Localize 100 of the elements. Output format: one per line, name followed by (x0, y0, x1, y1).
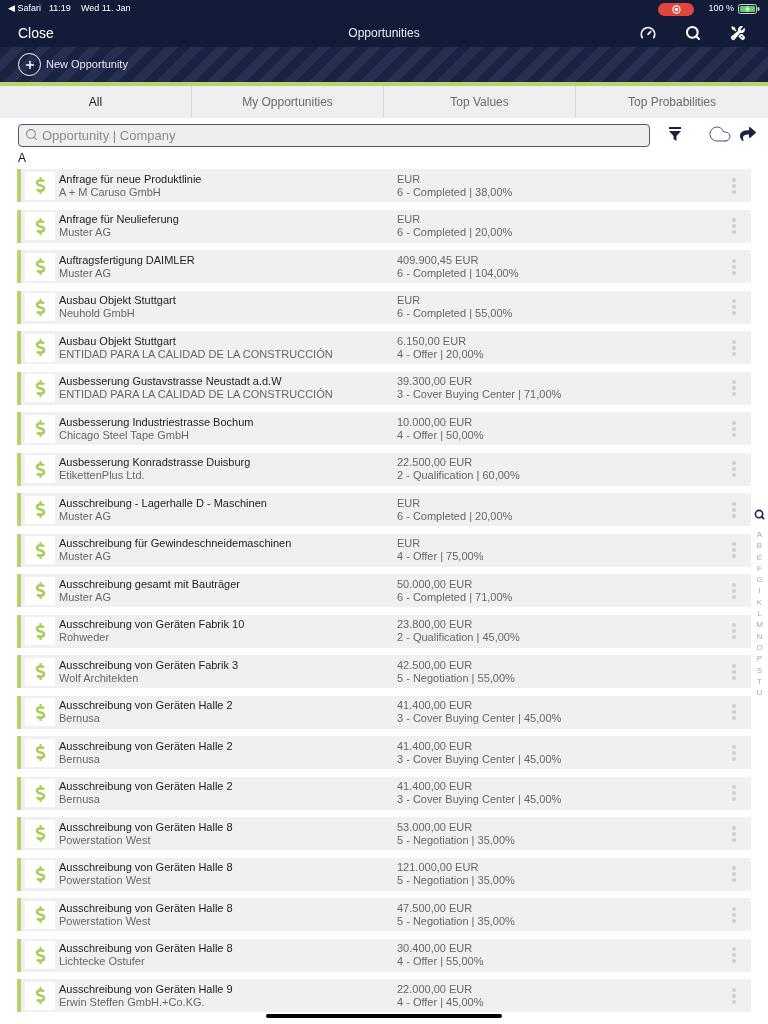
filter-icon[interactable] (669, 127, 681, 141)
more-icon[interactable] (732, 339, 736, 356)
company-name: Muster AG (59, 266, 112, 280)
opportunity-stage: 6 - Completed | 104,00% (397, 266, 520, 280)
opportunity-row[interactable]: Ausschreibung von Geräten Halle 8 Powerstation West 47.500,00 EUR 5 - Negotiation | 35,00% (17, 898, 751, 931)
more-icon[interactable] (732, 785, 736, 801)
opportunity-row[interactable]: Ausschreibung von Geräten Halle 8 Lichtecke Ostufer 30.400,00 EUR 4 - Offer | 55,00% (17, 938, 751, 972)
opportunity-row[interactable]: Anfrage für neue Produktlinie A + M Caruso GmbH EUR 6 - Completed | 38,00% (17, 169, 751, 202)
opportunity-value: 22.500,00 EUR (397, 456, 474, 469)
opportunity-row[interactable]: Ausschreibung von Geräten Halle 2 Bernusa 41.400,00 EUR 3 - Cover Buying Center | 45,00% (17, 695, 751, 729)
company-name: Powerstation West (59, 874, 152, 887)
gauge-icon[interactable] (640, 24, 656, 41)
opportunity-row[interactable]: Ausschreibung von Geräten Halle 2 Bernusa 41.400,00 EUR 3 - Cover Buying Center | 45,00% (17, 736, 751, 769)
company-name: Powerstation West (59, 833, 152, 847)
more-icon[interactable] (732, 704, 736, 720)
opportunity-title: Ausbesserung Konradstrasse Duisburg (59, 456, 252, 469)
more-icon[interactable] (732, 258, 736, 275)
opportunity-stage: 6 - Completed | 38,00% (397, 185, 514, 199)
dollar-icon (25, 698, 55, 726)
opportunity-title: Ausschreibung von Geräten Halle 2 (59, 780, 234, 793)
tools-icon[interactable] (730, 24, 746, 41)
opportunity-row[interactable]: Ausbesserung Gustavstrasse Neustadt a.d.W ENTIDAD PARA LA CALIDAD DE LA CONSTRUCCIÓN 39.300,00 EUR 3 - Cover Buying Center | 71,00% (17, 371, 751, 405)
dollar-icon (25, 779, 55, 807)
opportunity-row[interactable]: Ausbesserung Industriestrasse Bochum Chicago Steel Tape GmbH 10.000,00 EUR 4 - Offer | 50,00% (17, 412, 751, 445)
more-icon[interactable] (732, 825, 736, 842)
opportunity-stage: 6 - Completed | 20,00% (397, 509, 514, 523)
company-name: EtikettenPlus Ltd. (59, 469, 146, 482)
close-button[interactable]: Close (18, 23, 54, 42)
company-name: Muster AG (59, 550, 112, 563)
opportunity-row[interactable]: Ausschreibung von Geräten Halle 2 Bernusa 41.400,00 EUR 3 - Cover Buying Center | 45,00% (17, 776, 751, 810)
company-name: Muster AG (59, 590, 112, 604)
company-name: Powerstation West (59, 914, 152, 928)
opportunity-stage: 3 - Cover Buying Center | 45,00% (397, 712, 563, 725)
dollar-icon (25, 171, 55, 200)
share-icon[interactable] (740, 126, 756, 142)
opportunity-value: 23.800,00 EUR (397, 618, 474, 631)
opportunity-row[interactable]: Ausschreibung - Lagerhalle D - Maschinen Muster AG EUR 6 - Completed | 20,00% (17, 493, 751, 526)
dollar-icon (25, 212, 55, 240)
opportunity-row[interactable]: Ausbau Objekt Stuttgart Neuhold GmbH EUR 6 - Completed | 55,00% (17, 290, 751, 324)
opportunity-row[interactable]: Ausschreibung von Geräten Fabrik 3 Wolf Architekten 42.500,00 EUR 5 - Negotiation | 55,00% (17, 655, 751, 688)
more-icon[interactable] (732, 461, 736, 477)
more-icon[interactable] (732, 542, 736, 558)
company-name: Wolf Architekten (59, 671, 140, 685)
opportunity-stage: 6 - Completed | 71,00% (397, 590, 514, 604)
more-icon[interactable] (732, 663, 736, 680)
opportunity-stage: 3 - Cover Buying Center | 45,00% (397, 793, 563, 806)
more-icon[interactable] (732, 947, 736, 963)
more-icon[interactable] (732, 420, 736, 437)
dollar-icon (25, 819, 55, 848)
opportunity-stage: 6 - Completed | 55,00% (397, 307, 514, 320)
more-icon[interactable] (732, 177, 736, 194)
opportunity-value: 409.900,45 EUR (397, 253, 480, 267)
opportunity-value: 47.500,00 EUR (397, 901, 474, 915)
opportunity-row[interactable]: Auftragsfertigung DAIMLER Muster AG 409.900,45 EUR 6 - Completed | 104,00% (17, 250, 751, 283)
more-icon[interactable] (732, 501, 736, 518)
opportunity-row[interactable]: Ausbesserung Konradstrasse Duisburg EtikettenPlus Ltd. 22.500,00 EUR 2 - Qualification | 60,00% (17, 452, 751, 486)
more-icon[interactable] (732, 744, 736, 761)
more-icon[interactable] (732, 987, 736, 1004)
dollar-icon (25, 455, 55, 483)
opportunity-row[interactable]: Ausschreibung für Gewindeschneidemaschinen Muster AG EUR 4 - Offer | 75,00% (17, 533, 751, 567)
back-to-app-label[interactable]: ◀ Safari (8, 2, 41, 16)
more-icon[interactable] (732, 218, 736, 234)
company-name: Muster AG (59, 509, 112, 523)
search-icon[interactable] (685, 24, 701, 41)
opportunity-row[interactable]: Anfrage für Neulieferung Muster AG EUR 6 - Completed | 20,00% (17, 209, 751, 243)
opportunity-value: 50.000,00 EUR (397, 577, 474, 591)
new-opportunity-label: New Opportunity (46, 57, 128, 73)
index-search-icon[interactable] (754, 509, 765, 520)
opportunity-row[interactable]: Ausschreibung von Geräten Fabrik 10 Rohweder 23.800,00 EUR 2 - Qualification | 45,00% (17, 614, 751, 648)
opportunity-row[interactable]: Ausschreibung von Geräten Halle 8 Powerstation West 53.000,00 EUR 5 - Negotiation | 35,00% (17, 817, 751, 850)
opportunity-title: Auftragsfertigung DAIMLER (59, 253, 196, 267)
opportunity-title: Anfrage für Neulieferung (59, 213, 180, 226)
screen-recording-icon (658, 2, 695, 16)
opportunity-title: Ausbau Objekt Stuttgart (59, 334, 177, 348)
opportunity-stage: 4 - Offer | 55,00% (397, 955, 485, 968)
more-icon[interactable] (732, 299, 736, 315)
opportunity-row[interactable]: Ausschreibung von Geräten Halle 9 Erwin Steffen GmbH.+Co.KG. 22.000,00 EUR 4 - Offer | 45,00% (17, 979, 751, 1012)
more-icon[interactable] (732, 866, 736, 882)
more-icon[interactable] (732, 906, 736, 923)
opportunity-title: Ausschreibung - Lagerhalle D - Maschinen (59, 496, 268, 510)
dollar-icon (25, 941, 55, 969)
company-name: ENTIDAD PARA LA CALIDAD DE LA CONSTRUCCIÓN (59, 388, 334, 401)
opportunity-value: 10.000,00 EUR (397, 415, 474, 429)
more-icon[interactable] (732, 582, 736, 599)
company-name: Chicago Steel Tape GmbH (59, 428, 191, 442)
opportunity-value: EUR (397, 213, 422, 226)
dollar-icon (25, 900, 55, 929)
opportunity-stage: 2 - Qualification | 60,00% (397, 469, 521, 482)
new-opportunity-button[interactable]: New Opportunity (18, 53, 128, 76)
more-icon[interactable] (732, 623, 736, 639)
opportunity-row[interactable]: Ausschreibung von Geräten Halle 8 Powerstation West 121.000,00 EUR 5 - Negotiation | 35,00% (17, 857, 751, 891)
more-icon[interactable] (732, 380, 736, 396)
company-name: Lichtecke Ostufer (59, 955, 146, 968)
opportunity-row[interactable]: Ausschreibung gesamt mit Bauträger Muster AG 50.000,00 EUR 6 - Completed | 71,00% (17, 574, 751, 607)
search-field[interactable]: Opportunity | Company (18, 123, 650, 147)
opportunity-stage: 4 - Offer | 75,00% (397, 550, 485, 563)
opportunity-value: 41.400,00 EUR (397, 739, 474, 753)
opportunity-row[interactable]: Ausbau Objekt Stuttgart ENTIDAD PARA LA CALIDAD DE LA CONSTRUCCIÓN 6.150,00 EUR 4 - Offer | 20,00% (17, 331, 751, 364)
dollar-icon (25, 981, 55, 1010)
battery-charging-icon (738, 4, 760, 14)
